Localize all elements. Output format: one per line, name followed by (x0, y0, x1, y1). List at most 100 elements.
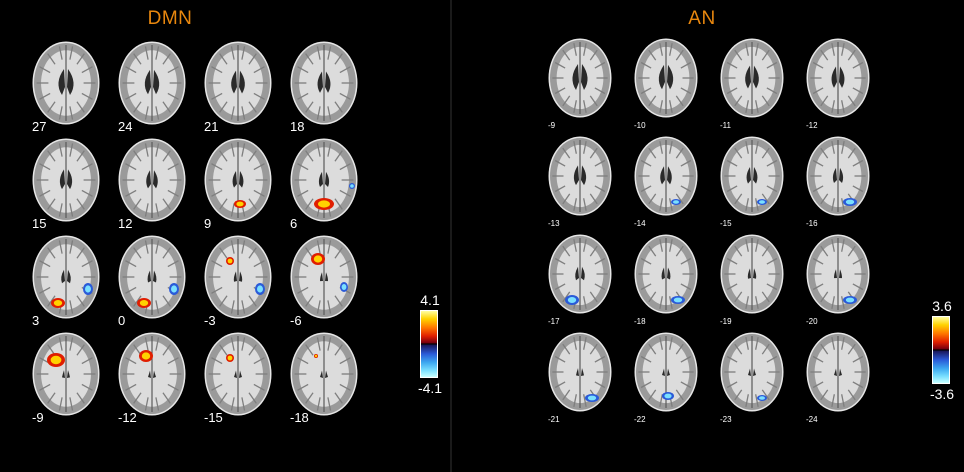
an-brain-slice (634, 234, 698, 314)
dmn-slice-label: 0 (118, 313, 125, 328)
dmn-brain-slice (204, 332, 272, 416)
an-slice-label: -10 (634, 121, 646, 130)
an-slice-label: -15 (720, 219, 732, 228)
an-brain-slice (548, 136, 612, 216)
dmn-slice-label: -3 (204, 313, 216, 328)
positive-activation-core (314, 354, 318, 358)
positive-activation-core (313, 255, 323, 263)
dmn-slice-label: -6 (290, 313, 302, 328)
an-brain-slice (720, 136, 784, 216)
negative-activation-core (85, 285, 91, 293)
dmn-slice-label: -15 (204, 410, 223, 425)
an-slice-grid: -9 -10 -11 -12 -13 -14 -15 -16 -17 -18 -19 -20 -21 -2… (548, 38, 870, 424)
negative-activation-core (257, 285, 263, 293)
positive-activation-core (50, 355, 62, 365)
an-slice-label: -16 (806, 219, 818, 228)
dmn-slice-label: 6 (290, 216, 297, 231)
an-slice-label: -21 (548, 415, 560, 424)
dmn-brain-slice (290, 41, 358, 125)
dmn-brain-slice (118, 138, 186, 222)
an-brain-slice (806, 136, 870, 216)
negative-activation-core (673, 297, 683, 303)
an-slice-label: -19 (720, 317, 732, 326)
an-colorbar-max: 3.6 (932, 298, 952, 314)
dmn-brain-slice (290, 332, 358, 416)
dmn-slice-grid: 27 24 21 18 15 12 9 6 3 0 -3 -6 -9 -12 -15 -18 (32, 41, 358, 425)
an-slice-label: -20 (806, 317, 818, 326)
an-brain-slice (548, 332, 612, 412)
an-slice-label: -23 (720, 415, 732, 424)
an-colorbar-gradient (932, 316, 950, 384)
negative-activation-core (567, 297, 577, 303)
an-slice-label: -22 (634, 415, 646, 424)
dmn-brain-slice (290, 138, 358, 222)
dmn-brain-slice (32, 332, 100, 416)
an-brain-slice (806, 38, 870, 118)
an-slice-label: -13 (548, 219, 560, 228)
an-brain-slice (634, 38, 698, 118)
dmn-colorbar: 4.1 -4.1 (410, 292, 450, 412)
negative-activation-core (673, 200, 679, 204)
negative-activation-core (845, 297, 855, 303)
an-brain-slice (634, 136, 698, 216)
an-slice-label: -18 (634, 317, 646, 326)
dmn-slice-label: 12 (118, 216, 132, 231)
dmn-brain-slice (204, 235, 272, 319)
an-panel: AN -9 -10 -11 -12 -13 -14 -15 -16 -17 -18 -19 -20 -2… (452, 0, 964, 472)
an-brain-slice (806, 234, 870, 314)
dmn-brain-slice (204, 138, 272, 222)
dmn-brain-slice (32, 41, 100, 125)
dmn-brain-slice (118, 332, 186, 416)
positive-activation-core (139, 300, 149, 306)
dmn-slice-label: 9 (204, 216, 211, 231)
dmn-brain-slice (32, 235, 100, 319)
an-colorbar-min: -3.6 (929, 386, 955, 402)
dmn-brain-slice (204, 41, 272, 125)
an-slice-label: -17 (548, 317, 560, 326)
negative-activation-core (587, 395, 597, 401)
dmn-slice-label: 15 (32, 216, 46, 231)
an-brain-slice (634, 332, 698, 412)
positive-activation-core (227, 355, 233, 361)
dmn-brain-slice (32, 138, 100, 222)
an-brain-slice (548, 38, 612, 118)
positive-activation-core (236, 201, 244, 207)
dmn-slice-label: 24 (118, 119, 132, 134)
negative-activation-core (341, 284, 347, 290)
positive-activation-core (53, 300, 63, 306)
an-brain-slice (806, 332, 870, 412)
dmn-slice-label: 21 (204, 119, 218, 134)
dmn-slice-label: -18 (290, 410, 309, 425)
dmn-slice-label: 27 (32, 119, 46, 134)
negative-activation-core (759, 200, 765, 204)
an-slice-label: -14 (634, 219, 646, 228)
an-brain-slice (548, 234, 612, 314)
positive-activation-core (141, 352, 151, 360)
dmn-colorbar-max: 4.1 (420, 292, 440, 308)
dmn-colorbar-min: -4.1 (417, 380, 443, 396)
dmn-panel: DMN 27 24 21 18 15 12 9 6 3 0 -3 -6 -9 -12 -15 -18 4.1 … (0, 0, 450, 472)
an-colorbar: 3.6 -3.6 (922, 298, 962, 418)
positive-activation-core (318, 200, 330, 208)
negative-activation-core (171, 285, 177, 293)
dmn-slice-label: -9 (32, 410, 44, 425)
dmn-slice-label: -12 (118, 410, 137, 425)
an-brain-slice (720, 332, 784, 412)
dmn-brain-slice (290, 235, 358, 319)
dmn-brain-slice (118, 41, 186, 125)
an-slice-label: -9 (548, 121, 556, 130)
negative-activation-core (350, 184, 354, 188)
dmn-slice-label: 18 (290, 119, 304, 134)
dmn-brain-slice (118, 235, 186, 319)
an-slice-label: -12 (806, 121, 818, 130)
an-brain-slice (720, 38, 784, 118)
an-slice-label: -11 (720, 121, 732, 130)
negative-activation-core (845, 199, 855, 205)
dmn-slice-label: 3 (32, 313, 39, 328)
positive-activation-core (227, 258, 233, 264)
an-brain-slice (720, 234, 784, 314)
dmn-colorbar-gradient (420, 310, 438, 378)
negative-activation-core (664, 393, 672, 399)
negative-activation-core (759, 396, 765, 400)
an-slice-label: -24 (806, 415, 818, 424)
